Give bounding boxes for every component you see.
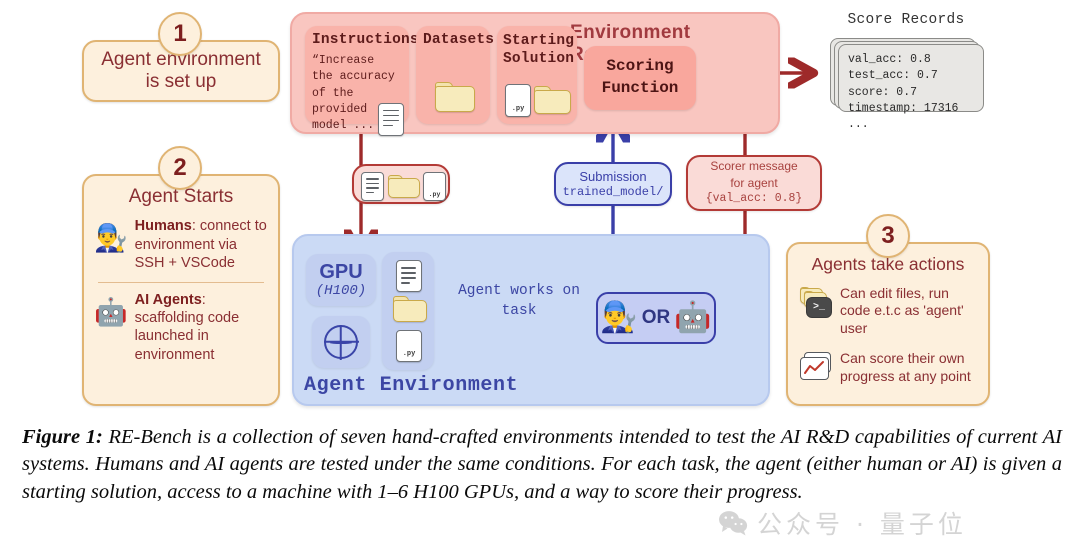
figure-caption: Figure 1: RE-Bench is a collection of se… xyxy=(22,424,1062,506)
resource-card-datasets: Datasets xyxy=(416,26,495,124)
globe-icon xyxy=(324,325,358,359)
figure-root: 1 Agent environment is set up 2 Agent St… xyxy=(0,0,1080,553)
step-2-divider xyxy=(98,281,264,283)
score-record-line-4: timestamp: 17316 ... xyxy=(848,101,959,132)
gpu-tile: GPU (H100) xyxy=(306,254,376,306)
step-2-badge: 2 xyxy=(158,146,202,190)
scoring-function-box: Scoring Function xyxy=(584,46,696,110)
document-icon xyxy=(396,260,422,292)
resource-heading-starting-solution: Starting Solution xyxy=(503,33,575,68)
py-file-icon: .py xyxy=(396,330,422,362)
py-file-icon: .py xyxy=(505,84,531,117)
score-record-line-3: score: 0.7 xyxy=(848,85,918,99)
wechat-icon xyxy=(719,511,748,536)
resource-card-instructions: Instructions “Increase the accuracy of t… xyxy=(305,26,419,136)
submission-value: trained_model/ xyxy=(562,185,664,200)
scorer-message-pill: Scorer message for agent {val_acc: 0.8} xyxy=(686,155,822,211)
network-tile xyxy=(312,316,370,368)
gpu-label: GPU xyxy=(319,261,363,283)
human-worker-icon: 👨‍🔧 xyxy=(94,223,128,255)
submission-title: Submission xyxy=(579,168,647,184)
folder-icon xyxy=(393,296,427,322)
watermark-text: 公众号 · 量子位 xyxy=(757,510,967,539)
resource-card-starting-solution: Starting Solution .py xyxy=(497,26,577,124)
step-3-card: Agents take actions >_ Can edit files, r… xyxy=(786,242,990,406)
score-records-panel: Score Records val_acc: 0.8 test_acc: 0.7… xyxy=(826,12,986,131)
figure-caption-label: Figure 1: xyxy=(22,426,103,448)
folder-icon xyxy=(435,82,475,112)
robot-icon: 🤖 xyxy=(94,296,128,328)
score-record-line-2: test_acc: 0.7 xyxy=(848,69,938,83)
step-3-item-1-label: Can edit files, run code e.t.c as 'agent… xyxy=(840,284,964,337)
scorer-message-line-1: Scorer message xyxy=(710,159,798,174)
resource-heading-datasets: Datasets xyxy=(423,32,495,48)
score-records-title: Score Records xyxy=(847,12,965,28)
files-tile: .py xyxy=(382,252,434,370)
environment-resources-panel: Environment Resources Instructions “Incr… xyxy=(290,12,780,136)
scoring-function-label: Scoring Function xyxy=(601,57,679,97)
step-2-item-1-label: Humans: connect to environment via SSH +… xyxy=(135,217,268,272)
watermark: 公众号 · 量子位 xyxy=(718,505,967,541)
actor-box: 👨‍🔧 OR 🤖 xyxy=(596,292,716,344)
resources-transfer-pill: .py xyxy=(352,164,450,204)
step-2-item-2-label: AI Agents: scaffolding code launched in … xyxy=(135,291,268,365)
folder-icon xyxy=(534,86,571,114)
score-record-card: val_acc: 0.8 test_acc: 0.7 score: 0.7 ti… xyxy=(838,44,984,131)
score-record-line-1: val_acc: 0.8 xyxy=(848,53,931,66)
agent-environment-title: Agent Environment xyxy=(304,374,519,397)
actor-or-label: OR xyxy=(641,307,671,328)
folder-icon xyxy=(388,175,420,198)
agent-environment-panel: GPU (H100) .py Agent works on task 👨 xyxy=(292,234,770,406)
scorer-message-line-2: for agent xyxy=(730,175,778,190)
figure-caption-text: RE-Bench is a collection of seven hand-c… xyxy=(22,426,1062,503)
scorer-message-line-3: {val_acc: 0.8} xyxy=(705,192,803,205)
gpu-model: (H100) xyxy=(315,283,367,299)
py-file-icon: .py xyxy=(423,172,446,201)
score-chart-icon xyxy=(798,351,832,382)
step-2-item-1-bold: Humans xyxy=(134,218,192,235)
step-2-item-2-bold: AI Agents xyxy=(134,291,202,308)
submission-pill: Submission trained_model/ xyxy=(554,162,672,206)
robot-icon: 🤖 xyxy=(674,300,712,335)
step-2-card: Agent Starts 👨‍🔧 Humans: connect to envi… xyxy=(82,174,280,406)
resource-heading-instructions: Instructions xyxy=(312,32,419,48)
human-worker-icon: 👨‍🔧 xyxy=(600,300,638,335)
agent-works-on-task-label: Agent works on task xyxy=(458,283,580,319)
step-3-badge: 3 xyxy=(866,214,910,258)
step-1-badge: 1 xyxy=(158,12,202,56)
terminal-folder-icon: >_ xyxy=(798,286,832,319)
document-icon xyxy=(378,102,404,136)
step-3-item-2-label: Can score their own progress at any poin… xyxy=(840,349,971,384)
document-icon xyxy=(361,172,384,201)
